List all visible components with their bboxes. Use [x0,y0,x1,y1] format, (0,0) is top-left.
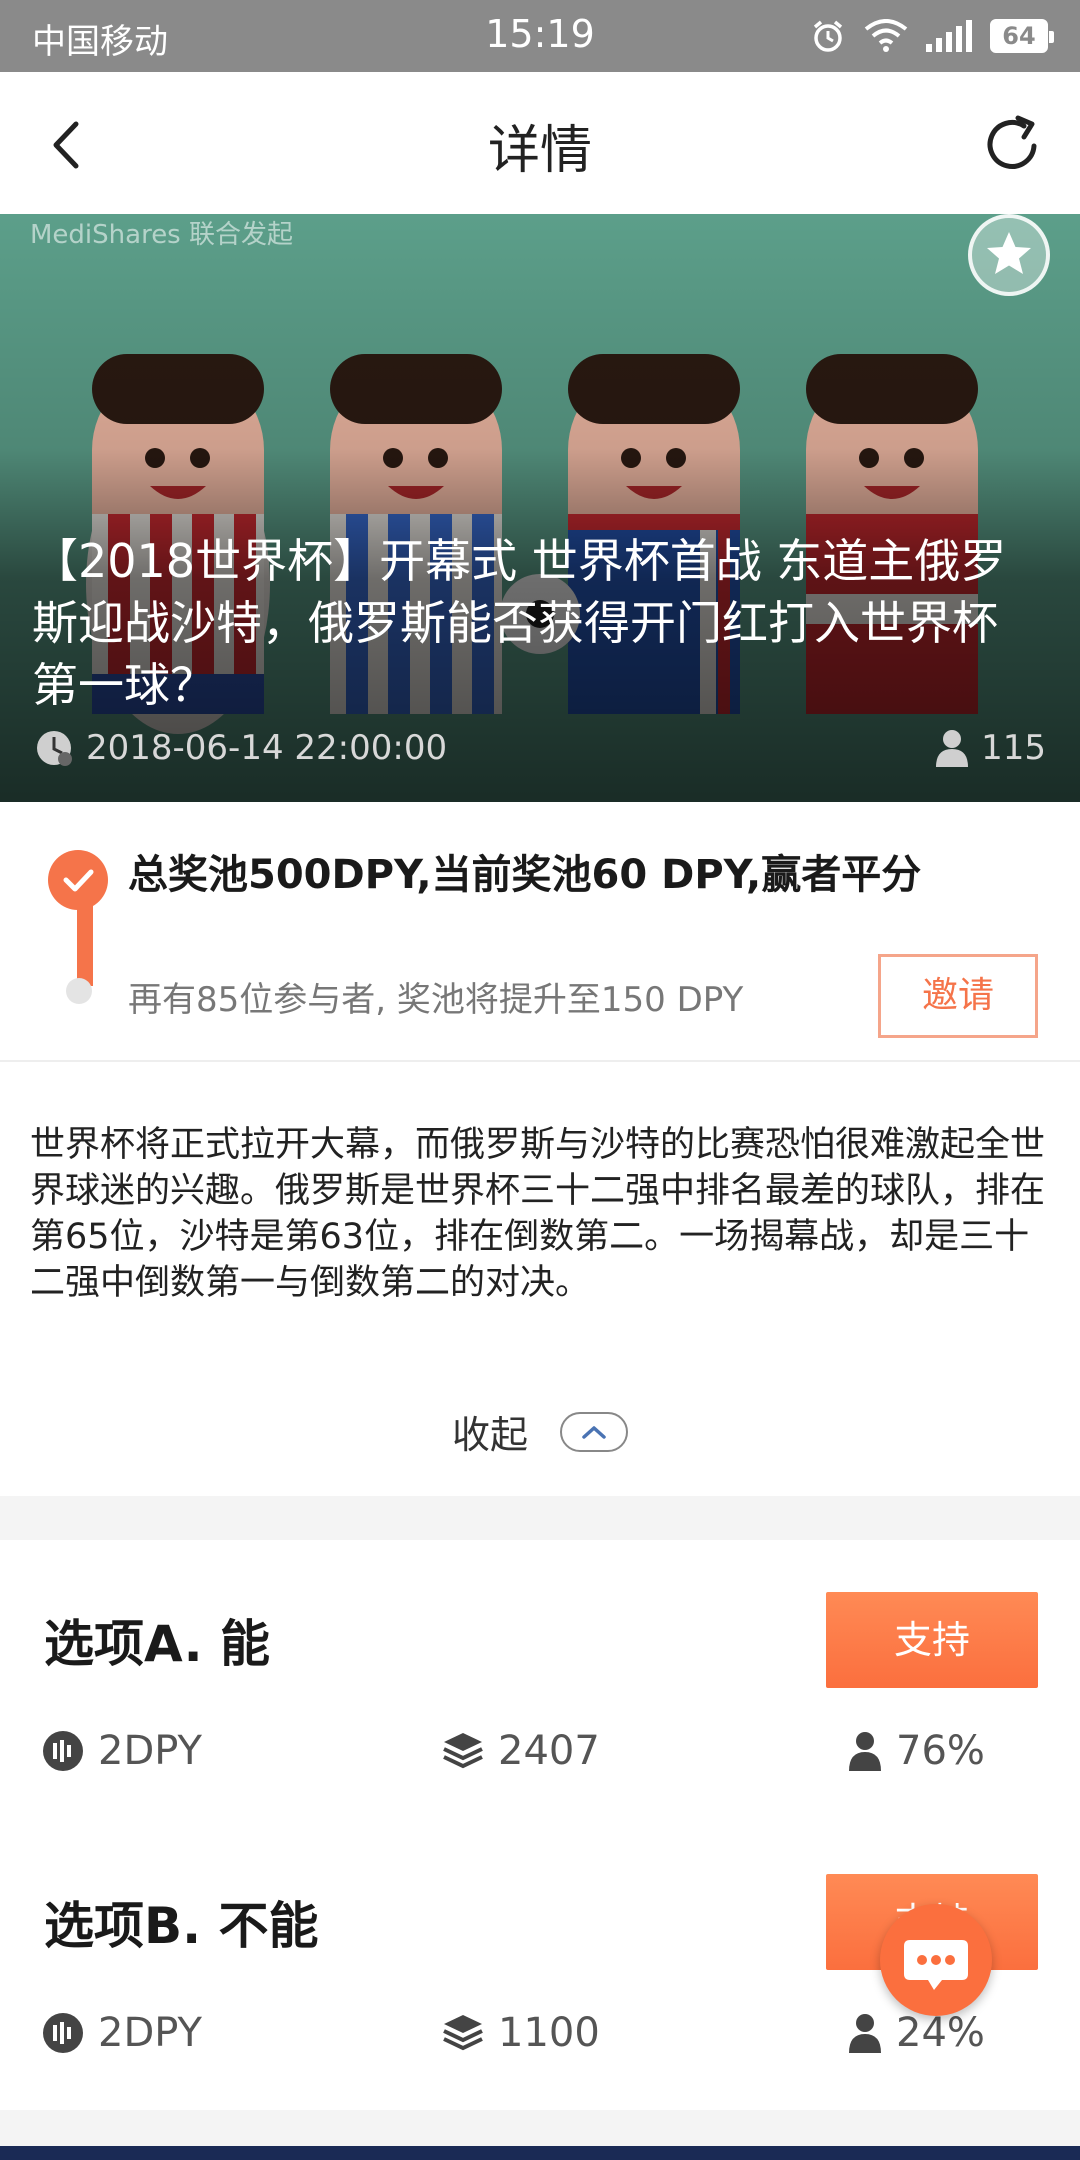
volume-value: 2407 [498,1728,600,1774]
page-title: 详情 [487,121,592,181]
clock-icon [37,731,72,766]
event-time: 2018-06-14 22:00:00 [34,726,447,770]
options-list: 选项A. 能 支持 2DPY 2407 76% 选项B. 不能 2DPY 110… [0,1540,1080,2110]
option-volume: 1100 [442,2008,600,2058]
user-icon [849,1732,881,1771]
star-icon [987,232,1031,274]
check-icon [48,850,108,910]
price-value: 2DPY [98,2010,202,2056]
option-name: 选项B. 不能 [44,1897,319,1955]
pool-progress-end [66,978,92,1004]
battery-icon: 64 [990,19,1054,53]
chat-bubble-icon [904,1940,968,1990]
token-icon [43,2013,83,2053]
option-share: 76% [848,1726,985,1776]
refresh-icon[interactable] [978,110,1048,180]
collapse-toggle[interactable]: 收起 [0,1404,1080,1459]
event-headline: 【2018世界杯】开幕式 世界杯首战 东道主俄罗斯迎战沙特，俄罗斯能否获得开门红… [32,534,1007,712]
invite-button[interactable]: 邀请 [878,954,1038,1038]
status-bar: 中国移动 15:19 64 [0,0,1080,72]
bottom-banner-edge [0,2146,1080,2160]
status-icons: 64 [810,14,1054,58]
token-icon [43,1731,83,1771]
option-name: 选项A. 能 [44,1615,271,1673]
option-a: 选项A. 能 支持 2DPY 2407 76% [0,1540,1080,1822]
option-price: 2DPY [42,2008,202,2058]
participant-number: 115 [981,728,1046,768]
signal-icon [926,20,972,52]
option-price: 2DPY [42,1726,202,1776]
share-value: 76% [896,1728,985,1774]
nav-bar: 详情 [0,72,1080,214]
user-icon [936,730,969,767]
favorite-button[interactable] [968,214,1050,296]
event-description: 世界杯将正式拉开大幕，而俄罗斯与沙特的比赛恐怕很难激起全世界球迷的兴趣。俄罗斯是… [0,1064,1080,1496]
option-volume: 2407 [442,1726,600,1776]
volume-value: 1100 [498,2010,600,2056]
price-value: 2DPY [98,1728,202,1774]
bottom-strip [0,2110,1080,2160]
participant-count: 115 [935,726,1046,770]
section-divider [0,1496,1080,1540]
layers-icon [443,2015,483,2051]
pool-headline: 总奖池500DPY,当前奖池60 DPY,赢者平分 [128,852,922,898]
share-value: 24% [896,2010,985,2056]
pool-subtext: 再有85位参与者, 奖池将提升至150 DPY [128,980,744,1020]
hero-banner[interactable]: MediShares 联合发起 【2018世界杯】开幕式 世界杯首战 东道主俄罗… [0,214,1080,802]
chevron-up-icon [560,1411,628,1452]
collapse-label: 收起 [451,1413,528,1457]
support-button[interactable]: 支持 [826,1592,1038,1688]
user-icon [849,2014,881,2053]
alarm-icon [813,20,843,52]
hero-watermark: MediShares 联合发起 [30,220,293,250]
event-datetime: 2018-06-14 22:00:00 [86,728,448,768]
wifi-icon [864,19,908,52]
description-text: 世界杯将正式拉开大幕，而俄罗斯与沙特的比赛恐怕很难激起全世界球迷的兴趣。俄罗斯是… [30,1125,1046,1303]
layers-icon [443,1733,483,1769]
chat-button[interactable] [880,1904,992,2016]
prize-pool-section: 总奖池500DPY,当前奖池60 DPY,赢者平分 再有85位参与者, 奖池将提… [0,802,1080,1062]
